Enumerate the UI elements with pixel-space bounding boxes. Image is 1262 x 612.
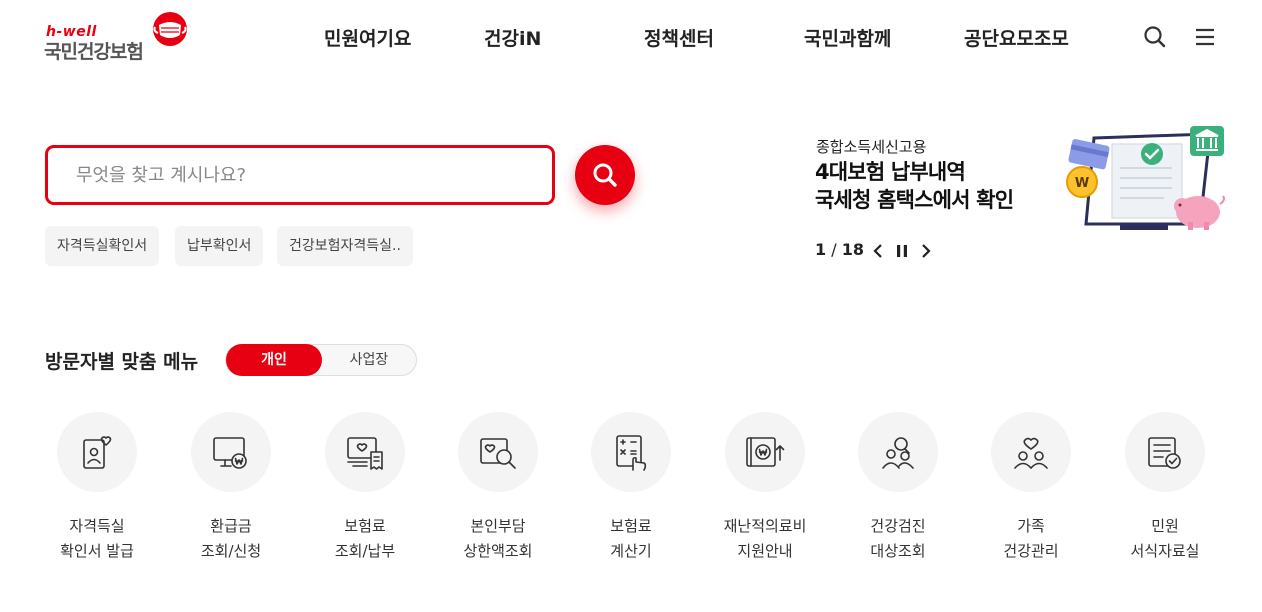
menu-label-line1: 보험료 xyxy=(344,517,386,535)
menu-label-line2: 계산기 xyxy=(610,542,652,560)
banner-pager: 1 / 18 xyxy=(815,240,864,262)
menu-label: 가족 건강관리 xyxy=(966,514,1096,564)
family-heart-icon xyxy=(1014,437,1048,469)
banner-page-total: 18 xyxy=(841,240,864,259)
menu-label-line2: 조회/납부 xyxy=(334,542,396,560)
nav-item-civil-service[interactable]: 민원여기요 xyxy=(324,24,411,51)
quick-menu-refund[interactable]: 환급금 조회/신청 xyxy=(166,412,296,572)
receipt-heart-icon xyxy=(347,437,383,470)
document-check-icon xyxy=(1148,437,1181,469)
won-transfer-icon xyxy=(746,437,785,467)
checkup-people-icon xyxy=(882,437,914,469)
menu-label-line2: 대상조회 xyxy=(870,542,926,560)
quick-menu-forms-library[interactable]: 민원 서식자료실 xyxy=(1100,412,1230,572)
menu-label-line2: 조회/신청 xyxy=(200,542,262,560)
menu-label: 환급금 조회/신청 xyxy=(166,514,296,564)
nav-item-policy-center[interactable]: 정책센터 xyxy=(644,24,714,51)
menu-label: 건강검진 대상조회 xyxy=(833,514,963,564)
chevron-left-icon[interactable] xyxy=(870,242,888,260)
menu-label-line1: 본인부담 xyxy=(470,517,526,535)
banner-title-line1: 4대보험 납부내역 xyxy=(815,160,966,184)
keyword-chip[interactable]: 납부확인서 xyxy=(175,226,264,266)
nhis-logo[interactable]: h-well 국민건강보험 xyxy=(44,10,194,66)
search-heart-icon xyxy=(480,438,516,469)
quick-menu-catastrophic-medical[interactable]: 재난적의료비 지원안내 xyxy=(700,412,830,572)
nav-item-about[interactable]: 공단요모조모 xyxy=(964,24,1069,51)
menu-label: 자격득실 확인서 발급 xyxy=(32,514,162,564)
menu-icon-circle xyxy=(591,412,671,492)
menu-label: 본인부담 상한액조회 xyxy=(433,514,563,564)
menu-label-line1: 가족 xyxy=(1017,517,1045,535)
id-card-heart-icon xyxy=(83,436,112,469)
tab-business[interactable]: 사업장 xyxy=(322,345,416,375)
logo-name: 국민건강보험 xyxy=(44,41,144,63)
menu-icon-circle xyxy=(191,412,271,492)
menu-label-line1: 건강검진 xyxy=(870,517,926,535)
quick-menu-family-health[interactable]: 가족 건강관리 xyxy=(966,412,1096,572)
menu-icon-circle xyxy=(1125,412,1205,492)
pause-icon[interactable] xyxy=(893,242,911,260)
menu-icon[interactable] xyxy=(1192,24,1218,50)
menu-label-line2: 상한액조회 xyxy=(463,542,533,560)
search-icon[interactable] xyxy=(1142,24,1168,50)
menu-label-line2: 지원안내 xyxy=(737,542,793,560)
chevron-right-icon[interactable] xyxy=(917,242,935,260)
menu-icon-circle xyxy=(325,412,405,492)
banner-title-line2: 국세청 홈택스에서 확인 xyxy=(815,188,1014,212)
banner-title[interactable]: 4대보험 납부내역 국세청 홈택스에서 확인 xyxy=(815,158,1014,214)
banner-subtitle: 종합소득세신고용 xyxy=(816,138,927,156)
menu-label: 보험료 계산기 xyxy=(566,514,696,564)
menu-label-line1: 민원 xyxy=(1151,517,1179,535)
menu-label-line1: 보험료 xyxy=(610,517,652,535)
banner-page-current: 1 xyxy=(815,240,827,259)
search-icon xyxy=(593,163,617,187)
menu-label: 민원 서식자료실 xyxy=(1100,514,1230,564)
quick-menu-qualification[interactable]: 자격득실 확인서 발급 xyxy=(32,412,162,572)
keyword-chip[interactable]: 자격득실확인서 xyxy=(45,226,160,266)
menu-icon-circle xyxy=(858,412,938,492)
menu-label-line1: 자격득실 xyxy=(69,517,125,535)
keyword-chip[interactable]: 건강보험자격득실.. xyxy=(277,226,413,266)
search-button[interactable] xyxy=(575,145,635,205)
menu-label-line2: 서식자료실 xyxy=(1130,542,1200,560)
quick-menu-copay-limit[interactable]: 본인부담 상한액조회 xyxy=(433,412,563,572)
monitor-won-icon xyxy=(213,437,247,469)
menu-label-line2: 건강관리 xyxy=(1003,542,1059,560)
calculator-icon xyxy=(616,435,647,471)
menu-icon-circle xyxy=(57,412,137,492)
visitor-type-toggle: 개인 사업장 xyxy=(225,344,417,376)
menu-icon-circle xyxy=(991,412,1071,492)
section-title: 방문자별 맞춤 메뉴 xyxy=(45,351,199,373)
menu-label: 보험료 조회/납부 xyxy=(300,514,430,564)
menu-label: 재난적의료비 지원안내 xyxy=(700,514,830,564)
menu-icon-circle xyxy=(458,412,538,492)
tab-personal[interactable]: 개인 xyxy=(226,344,322,376)
search-field xyxy=(45,145,555,205)
menu-label-line1: 환급금 xyxy=(210,517,252,535)
nav-item-health-in[interactable]: 건강iN xyxy=(484,24,541,51)
quick-menu-premium-calculator[interactable]: 보험료 계산기 xyxy=(566,412,696,572)
svg-text:W: W xyxy=(1075,176,1089,191)
menu-icon-circle xyxy=(725,412,805,492)
banner-page-separator: / xyxy=(826,240,842,259)
tax-payment-illustration: W xyxy=(1066,126,1225,230)
menu-label-line1: 재난적의료비 xyxy=(723,517,807,535)
quick-menu-premium-payment[interactable]: 보험료 조회/납부 xyxy=(300,412,430,572)
menu-label-line2: 확인서 발급 xyxy=(60,542,134,560)
search-input[interactable] xyxy=(48,148,552,202)
logo-mask-icon xyxy=(153,12,187,46)
quick-menu-checkup-target[interactable]: 건강검진 대상조회 xyxy=(833,412,963,572)
site-header: h-well 국민건강보험 민원여기요 건강iN 정책센터 국민과함께 공단요모… xyxy=(0,0,1262,76)
nav-item-with-people[interactable]: 국민과함께 xyxy=(804,24,891,51)
